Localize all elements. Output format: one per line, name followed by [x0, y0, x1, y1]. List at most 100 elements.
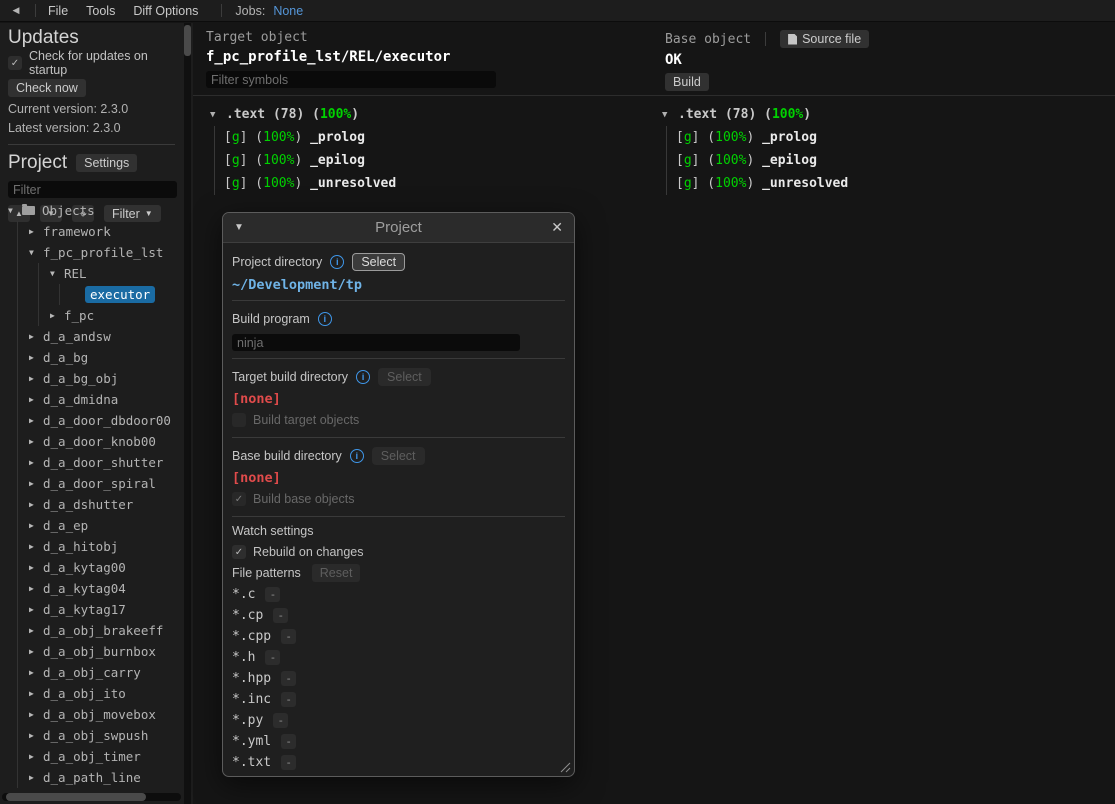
chevron-right-icon[interactable]: ▶ [29, 731, 43, 740]
project-filter-input[interactable] [8, 181, 177, 198]
remove-pattern-button[interactable]: - [281, 671, 296, 686]
build-program-input[interactable] [232, 334, 520, 351]
tree-item-d_a_obj_burnbox[interactable]: ▶d_a_obj_burnbox [0, 641, 183, 662]
chevron-right-icon[interactable]: ▶ [29, 332, 43, 341]
tree-item-d_a_door_dbdoor00[interactable]: ▶d_a_door_dbdoor00 [0, 410, 183, 431]
chevron-down-icon[interactable]: ▼ [29, 248, 43, 257]
menu-tools[interactable]: Tools [77, 4, 124, 18]
menu-diff-options[interactable]: Diff Options [124, 4, 207, 18]
project-directory-select-button[interactable]: Select [352, 253, 405, 271]
menu-file[interactable]: File [39, 4, 77, 18]
chevron-right-icon[interactable]: ▶ [29, 458, 43, 467]
tree-item-f_pc[interactable]: ▶f_pc [0, 305, 183, 326]
remove-pattern-button[interactable]: - [273, 713, 288, 728]
sidebar-scrollbar-thumb[interactable] [184, 25, 191, 56]
chevron-right-icon[interactable]: ▶ [29, 437, 43, 446]
build-target-objects-row[interactable]: Build target objects [232, 410, 565, 430]
chevron-right-icon[interactable]: ▶ [29, 710, 43, 719]
chevron-right-icon[interactable]: ▶ [29, 395, 43, 404]
symbol-row-_prolog[interactable]: [g] (100%) _prolog [676, 126, 848, 149]
tree-item-d_a_obj_timer[interactable]: ▶d_a_obj_timer [0, 746, 183, 767]
tree-item-Objects[interactable]: ▼Objects [0, 200, 183, 221]
info-icon[interactable]: i [330, 255, 344, 269]
remove-pattern-button[interactable]: - [281, 692, 296, 707]
chevron-right-icon[interactable]: ▶ [29, 647, 43, 656]
info-icon[interactable]: i [318, 312, 332, 326]
tree-item-d_a_dshutter[interactable]: ▶d_a_dshutter [0, 494, 183, 515]
tree-item-d_a_path_line[interactable]: ▶d_a_path_line [0, 767, 183, 788]
chevron-down-icon[interactable]: ▼ [50, 269, 64, 278]
chevron-right-icon[interactable]: ▶ [29, 500, 43, 509]
remove-pattern-button[interactable]: - [273, 608, 288, 623]
remove-pattern-button[interactable]: - [265, 587, 280, 602]
tree-item-d_a_kytag00[interactable]: ▶d_a_kytag00 [0, 557, 183, 578]
resize-handle-icon[interactable] [560, 762, 571, 773]
source-file-button[interactable]: Source file [780, 30, 869, 48]
tree-item-d_a_kytag17[interactable]: ▶d_a_kytag17 [0, 599, 183, 620]
filter-symbols-input[interactable] [206, 71, 496, 88]
base-build-dir-select-button[interactable]: Select [372, 447, 425, 465]
remove-pattern-button[interactable]: - [281, 734, 296, 749]
reset-button[interactable]: Reset [312, 564, 361, 582]
tree-item-d_a_obj_ito[interactable]: ▶d_a_obj_ito [0, 683, 183, 704]
chevron-right-icon[interactable]: ▶ [29, 521, 43, 530]
tree-item-d_a_andsw[interactable]: ▶d_a_andsw [0, 326, 183, 347]
chevron-right-icon[interactable]: ▶ [29, 353, 43, 362]
tree-item-framework[interactable]: ▶framework [0, 221, 183, 242]
chevron-right-icon[interactable]: ▶ [50, 311, 64, 320]
chevron-right-icon[interactable]: ▶ [29, 605, 43, 614]
tree-item-d_a_dmidna[interactable]: ▶d_a_dmidna [0, 389, 183, 410]
updates-startup-checkbox-row[interactable]: Check for updates on startup [8, 53, 183, 73]
target-build-dir-select-button[interactable]: Select [378, 368, 431, 386]
chevron-right-icon[interactable]: ▶ [29, 479, 43, 488]
chevron-right-icon[interactable]: ▶ [29, 752, 43, 761]
remove-pattern-button[interactable]: - [281, 629, 296, 644]
symbol-row-_prolog[interactable]: [g] (100%) _prolog [224, 126, 396, 149]
build-base-objects-row[interactable]: Build base objects [232, 489, 565, 509]
chevron-right-icon[interactable]: ▶ [29, 542, 43, 551]
tree-item-f_pc_profile_lst[interactable]: ▼f_pc_profile_lst [0, 242, 183, 263]
symbol-row-_epilog[interactable]: [g] (100%) _epilog [676, 149, 848, 172]
chevron-right-icon[interactable]: ▶ [29, 668, 43, 677]
checkbox-check-updates[interactable] [8, 56, 22, 70]
chevron-right-icon[interactable]: ▶ [29, 773, 43, 782]
tree-item-d_a_ep[interactable]: ▶d_a_ep [0, 515, 183, 536]
chevron-right-icon[interactable]: ▶ [29, 416, 43, 425]
chevron-down-icon[interactable]: ▼ [8, 206, 22, 215]
remove-pattern-button[interactable]: - [265, 650, 280, 665]
info-icon[interactable]: i [350, 449, 364, 463]
build-button[interactable]: Build [665, 73, 709, 91]
collapse-icon[interactable]: ▼ [234, 222, 250, 233]
tree-item-d_a_bg_obj[interactable]: ▶d_a_bg_obj [0, 368, 183, 389]
tree-item-executor[interactable]: executor [0, 284, 183, 305]
symbol-row-_unresolved[interactable]: [g] (100%) _unresolved [224, 172, 396, 195]
tree-item-d_a_obj_brakeeff[interactable]: ▶d_a_obj_brakeeff [0, 620, 183, 641]
settings-button[interactable]: Settings [76, 154, 137, 172]
tree-horizontal-scrollbar-thumb[interactable] [6, 793, 146, 801]
checkbox-build-base[interactable] [232, 492, 246, 506]
info-icon[interactable]: i [356, 370, 370, 384]
tree-item-d_a_door_shutter[interactable]: ▶d_a_door_shutter [0, 452, 183, 473]
tree-item-d_a_door_spiral[interactable]: ▶d_a_door_spiral [0, 473, 183, 494]
chevron-right-icon[interactable]: ▶ [29, 563, 43, 572]
chevron-right-icon[interactable]: ▶ [29, 227, 43, 236]
tree-item-d_a_obj_carry[interactable]: ▶d_a_obj_carry [0, 662, 183, 683]
tree-horizontal-scrollbar[interactable] [2, 793, 181, 801]
symbol-row-_epilog[interactable]: [g] (100%) _epilog [224, 149, 396, 172]
close-icon[interactable]: ✕ [547, 219, 563, 236]
rebuild-on-changes-row[interactable]: Rebuild on changes [232, 542, 565, 562]
tree-item-d_a_door_knob00[interactable]: ▶d_a_door_knob00 [0, 431, 183, 452]
checkbox-rebuild[interactable] [232, 545, 246, 559]
chevron-right-icon[interactable]: ▶ [29, 689, 43, 698]
check-now-button[interactable]: Check now [8, 79, 86, 97]
section-text-header[interactable]: ▼ .text (78) (100%) [662, 103, 848, 126]
checkbox-build-target[interactable] [232, 413, 246, 427]
chevron-right-icon[interactable]: ▶ [29, 626, 43, 635]
chevron-right-icon[interactable]: ▶ [29, 584, 43, 593]
section-text-header[interactable]: ▼ .text (78) (100%) [210, 103, 396, 126]
tree-item-d_a_obj_movebox[interactable]: ▶d_a_obj_movebox [0, 704, 183, 725]
back-icon[interactable]: ◀ [0, 5, 32, 16]
sidebar-scrollbar[interactable] [184, 23, 191, 804]
tree-item-d_a_bg[interactable]: ▶d_a_bg [0, 347, 183, 368]
tree-item-d_a_kytag04[interactable]: ▶d_a_kytag04 [0, 578, 183, 599]
